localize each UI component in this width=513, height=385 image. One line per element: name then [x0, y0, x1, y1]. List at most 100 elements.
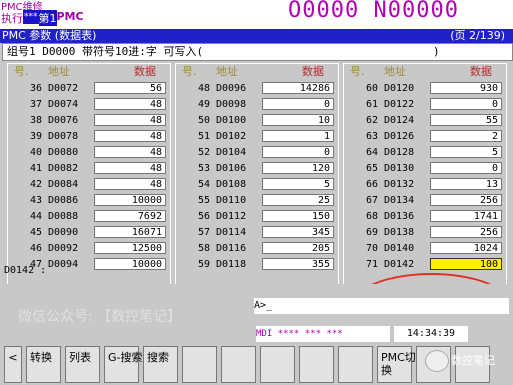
- value-cell[interactable]: 16071: [94, 226, 166, 238]
- wechat-label: 数控笔记: [451, 354, 495, 367]
- value-cell[interactable]: 10000: [94, 194, 166, 206]
- softkey-back-button[interactable]: <: [4, 346, 22, 383]
- table-row[interactable]: 55 D0110 25: [176, 193, 338, 209]
- table-row[interactable]: 45 D0090 16071: [8, 225, 170, 241]
- value-cell[interactable]: 12500: [94, 242, 166, 254]
- table-row[interactable]: 57 D0114 345: [176, 225, 338, 241]
- value-cell[interactable]: 930: [430, 82, 502, 94]
- value-cell[interactable]: 1: [262, 130, 334, 142]
- value-cell[interactable]: 355: [262, 258, 334, 270]
- exec-status: 执行***第1PMC: [1, 10, 84, 26]
- table-row[interactable]: 40 D0080 48: [8, 145, 170, 161]
- value-cell[interactable]: 150: [262, 210, 334, 222]
- table-row[interactable]: 56 D0112 150: [176, 209, 338, 225]
- value-cell[interactable]: 256: [430, 194, 502, 206]
- value-cell[interactable]: 7692: [94, 210, 166, 222]
- n-number: N00000: [373, 0, 459, 23]
- table-row[interactable]: 58 D0116 205: [176, 241, 338, 257]
- row-number: 50: [197, 115, 210, 126]
- table-row[interactable]: 41 D0082 48: [8, 161, 170, 177]
- table-row[interactable]: 37 D0074 48: [8, 97, 170, 113]
- softkey-3[interactable]: G-搜索: [104, 346, 143, 383]
- value-cell[interactable]: 0: [262, 98, 334, 110]
- row-number: 69: [365, 227, 378, 238]
- row-number: 59: [197, 259, 210, 270]
- table-row[interactable]: 66 D0132 13: [344, 177, 506, 193]
- table-row[interactable]: 51 D0102 1: [176, 129, 338, 145]
- softkey-2[interactable]: 列表: [65, 346, 100, 383]
- table-row[interactable]: 64 D0128 5: [344, 145, 506, 161]
- value-cell[interactable]: 48: [94, 130, 166, 142]
- table-row[interactable]: 50 D0100 10: [176, 113, 338, 129]
- row-number: 70: [365, 243, 378, 254]
- selected-value-cell[interactable]: 100: [430, 258, 502, 270]
- table-row[interactable]: 52 D0104 0: [176, 145, 338, 161]
- value-cell[interactable]: 120: [262, 162, 334, 174]
- value-cell[interactable]: 10000: [94, 258, 166, 270]
- value-cell[interactable]: 345: [262, 226, 334, 238]
- page-indicator: (页 2/139): [450, 29, 505, 42]
- table-row[interactable]: 49 D0098 0: [176, 97, 338, 113]
- key-input-line[interactable]: D0142 :: [4, 265, 46, 276]
- value-cell[interactable]: 55: [430, 114, 502, 126]
- value-cell[interactable]: 5: [430, 146, 502, 158]
- table-row[interactable]: 59 D0118 355: [176, 257, 338, 273]
- table-row[interactable]: 68 D0136 1741: [344, 209, 506, 225]
- softkey-7[interactable]: [260, 346, 295, 383]
- value-cell[interactable]: 1741: [430, 210, 502, 222]
- table-row[interactable]: 69 D0138 256: [344, 225, 506, 241]
- table-row[interactable]: 38 D0076 48: [8, 113, 170, 129]
- value-cell[interactable]: 10: [262, 114, 334, 126]
- row-number: 42: [29, 179, 42, 190]
- table-row[interactable]: 65 D0130 0: [344, 161, 506, 177]
- value-cell[interactable]: 48: [94, 114, 166, 126]
- table-row[interactable]: 39 D0078 48: [8, 129, 170, 145]
- header-no: 号.: [14, 65, 29, 78]
- input-prompt[interactable]: A>_: [254, 298, 509, 314]
- row-number: 45: [29, 227, 42, 238]
- table-row[interactable]: 48 D0096 14286: [176, 81, 338, 97]
- table-row[interactable]: 54 D0108 5: [176, 177, 338, 193]
- table-row[interactable]: 42 D0084 48: [8, 177, 170, 193]
- value-cell[interactable]: 0: [430, 162, 502, 174]
- value-cell[interactable]: 0: [262, 146, 334, 158]
- softkey-10[interactable]: PMC切 换: [377, 346, 416, 383]
- table-row[interactable]: 61 D0122 0: [344, 97, 506, 113]
- screen-title: PMC 参数 (数据表): [2, 29, 97, 42]
- value-cell[interactable]: 14286: [262, 82, 334, 94]
- table-row[interactable]: 43 D0086 10000: [8, 193, 170, 209]
- value-cell[interactable]: 13: [430, 178, 502, 190]
- table-row[interactable]: 60 D0120 930: [344, 81, 506, 97]
- table-row[interactable]: 62 D0124 55: [344, 113, 506, 129]
- header-data: 数据: [470, 65, 492, 78]
- value-cell[interactable]: 48: [94, 162, 166, 174]
- value-cell[interactable]: 2: [430, 130, 502, 142]
- table-row[interactable]: 67 D0134 256: [344, 193, 506, 209]
- value-cell[interactable]: 56: [94, 82, 166, 94]
- value-cell[interactable]: 48: [94, 98, 166, 110]
- status-bar: MDI **** *** *** 14:34:39: [256, 326, 509, 342]
- value-cell[interactable]: 5: [262, 178, 334, 190]
- value-cell[interactable]: 48: [94, 178, 166, 190]
- table-row[interactable]: 36 D0072 56: [8, 81, 170, 97]
- softkey-5[interactable]: [182, 346, 217, 383]
- row-number: 37: [29, 99, 42, 110]
- table-row[interactable]: 53 D0106 120: [176, 161, 338, 177]
- value-cell[interactable]: 0: [430, 98, 502, 110]
- value-cell[interactable]: 25: [262, 194, 334, 206]
- softkey-1[interactable]: 转换: [26, 346, 61, 383]
- softkey-8[interactable]: [299, 346, 334, 383]
- header-data: 数据: [134, 65, 156, 78]
- softkey-9[interactable]: [338, 346, 373, 383]
- table-row[interactable]: 44 D0088 7692: [8, 209, 170, 225]
- value-cell[interactable]: 256: [430, 226, 502, 238]
- value-cell[interactable]: 48: [94, 146, 166, 158]
- softkey-4[interactable]: 搜索: [143, 346, 178, 383]
- table-row[interactable]: 63 D0126 2: [344, 129, 506, 145]
- softkey-6[interactable]: [221, 346, 256, 383]
- table-row[interactable]: 70 D0140 1024: [344, 241, 506, 257]
- table-row[interactable]: 71 D0142 100: [344, 257, 506, 273]
- table-row[interactable]: 46 D0092 12500: [8, 241, 170, 257]
- value-cell[interactable]: 205: [262, 242, 334, 254]
- value-cell[interactable]: 1024: [430, 242, 502, 254]
